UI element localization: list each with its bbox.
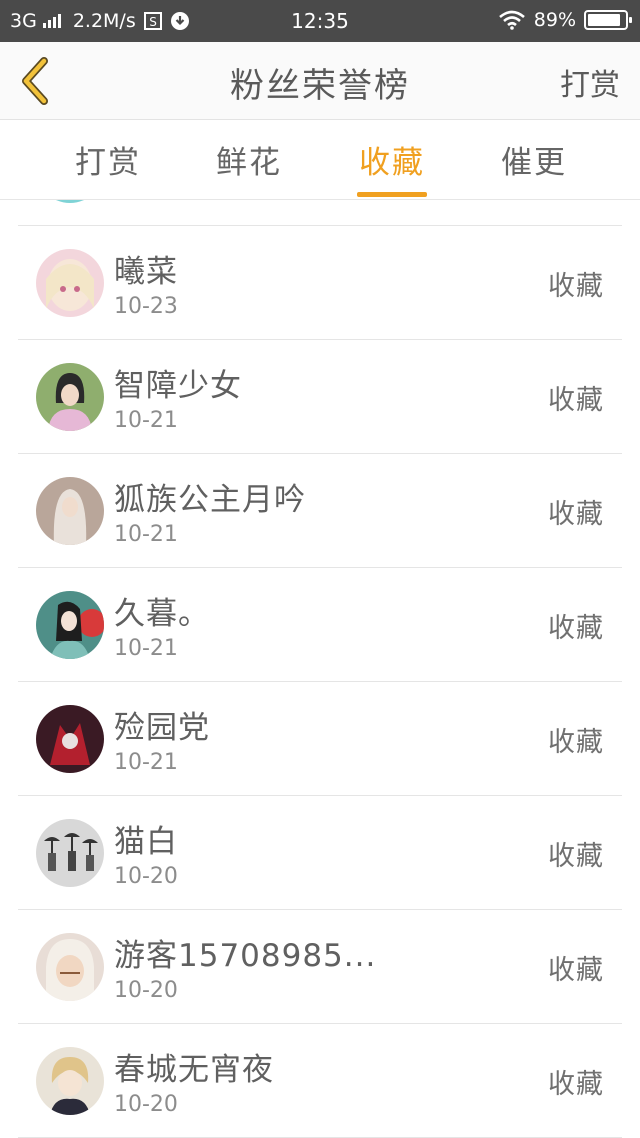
fan-date: 10-23 <box>114 200 178 205</box>
avatar <box>36 591 104 659</box>
nav-bar: 粉丝荣誉榜 打赏 <box>0 42 640 120</box>
avatar <box>36 705 104 773</box>
chevron-left-icon <box>22 57 48 105</box>
page-title: 粉丝荣誉榜 <box>230 66 410 106</box>
avatar <box>36 819 104 887</box>
tab-label: 收藏 <box>359 145 425 181</box>
active-tab-indicator <box>357 192 427 197</box>
fan-name: 曦菜 <box>114 254 178 290</box>
fan-action: 收藏 <box>548 727 604 758</box>
list-item[interactable]: 智障少女 10-21 收藏 <box>18 340 622 454</box>
fan-action: 收藏 <box>548 499 604 530</box>
battery-percent: 89% <box>533 9 576 31</box>
avatar <box>36 933 104 1001</box>
fan-action: 收藏 <box>548 955 604 986</box>
fan-date: 10-23 <box>114 294 178 319</box>
list-item[interactable]: 游客15708985... 10-20 收藏 <box>18 910 622 1024</box>
fan-date: 10-20 <box>114 864 178 889</box>
tab-label: 催更 <box>501 145 567 181</box>
avatar <box>36 363 104 431</box>
avatar <box>36 249 104 317</box>
list-item[interactable]: 春城无宵夜 10-20 收藏 <box>18 1024 622 1138</box>
list-item[interactable]: 狐族公主月吟 10-21 收藏 <box>18 454 622 568</box>
list-item[interactable]: 猫白 10-20 收藏 <box>18 796 622 910</box>
fan-list-content: 10-23 收藏 曦菜 10-23 收藏 智障少女 10-21 收藏 狐族公主月… <box>0 200 640 1138</box>
fan-name: 智障少女 <box>114 368 242 404</box>
tab-label: 鲜花 <box>216 145 282 181</box>
fan-date: 10-21 <box>114 408 178 433</box>
avatar <box>36 200 104 203</box>
fan-date: 10-20 <box>114 978 178 1003</box>
list-item[interactable]: 殓园党 10-21 收藏 <box>18 682 622 796</box>
fan-action: 收藏 <box>548 841 604 872</box>
avatar <box>36 1047 104 1115</box>
list-item[interactable]: 曦菜 10-23 收藏 <box>18 226 622 340</box>
avatar <box>36 477 104 545</box>
fan-action: 收藏 <box>548 1069 604 1100</box>
fan-date: 10-20 <box>114 1092 178 1117</box>
status-bar: 3G 2.2M/s S 12:35 89% <box>0 0 640 42</box>
fan-action: 收藏 <box>548 385 604 416</box>
battery-level <box>588 14 620 26</box>
tip-button[interactable]: 打赏 <box>560 60 620 104</box>
tab-urge[interactable]: 催更 <box>500 137 568 197</box>
fan-date: 10-21 <box>114 750 178 775</box>
fan-name: 狐族公主月吟 <box>114 482 306 518</box>
fan-name: 殓园党 <box>114 710 210 746</box>
fan-name: 猫白 <box>114 824 178 860</box>
back-button[interactable] <box>10 56 60 106</box>
tab-tip[interactable]: 打赏 <box>74 137 142 197</box>
fan-action: 收藏 <box>548 613 604 644</box>
avatar-bg <box>36 200 104 203</box>
fan-date: 10-21 <box>114 522 178 547</box>
fan-name: 久暮。 <box>114 596 210 632</box>
fan-name: 游客15708985... <box>114 938 377 974</box>
status-right: 89% <box>498 9 632 31</box>
battery-icon <box>584 10 632 30</box>
fan-name: 春城无宵夜 <box>114 1052 274 1088</box>
fan-list[interactable]: 10-23 收藏 曦菜 10-23 收藏 智障少女 10-21 收藏 狐族公主月… <box>0 200 640 1138</box>
tab-label: 打赏 <box>75 145 141 181</box>
fan-date: 10-21 <box>114 636 178 661</box>
wifi-icon <box>498 10 526 30</box>
tab-favorites[interactable]: 收藏 <box>357 137 427 197</box>
tab-bar: 打赏 鲜花 收藏 催更 <box>0 121 640 200</box>
list-item[interactable]: 10-23 收藏 <box>18 200 622 226</box>
tab-flowers[interactable]: 鲜花 <box>215 137 283 197</box>
list-item[interactable]: 久暮。 10-21 收藏 <box>18 568 622 682</box>
fan-action: 收藏 <box>548 271 604 302</box>
